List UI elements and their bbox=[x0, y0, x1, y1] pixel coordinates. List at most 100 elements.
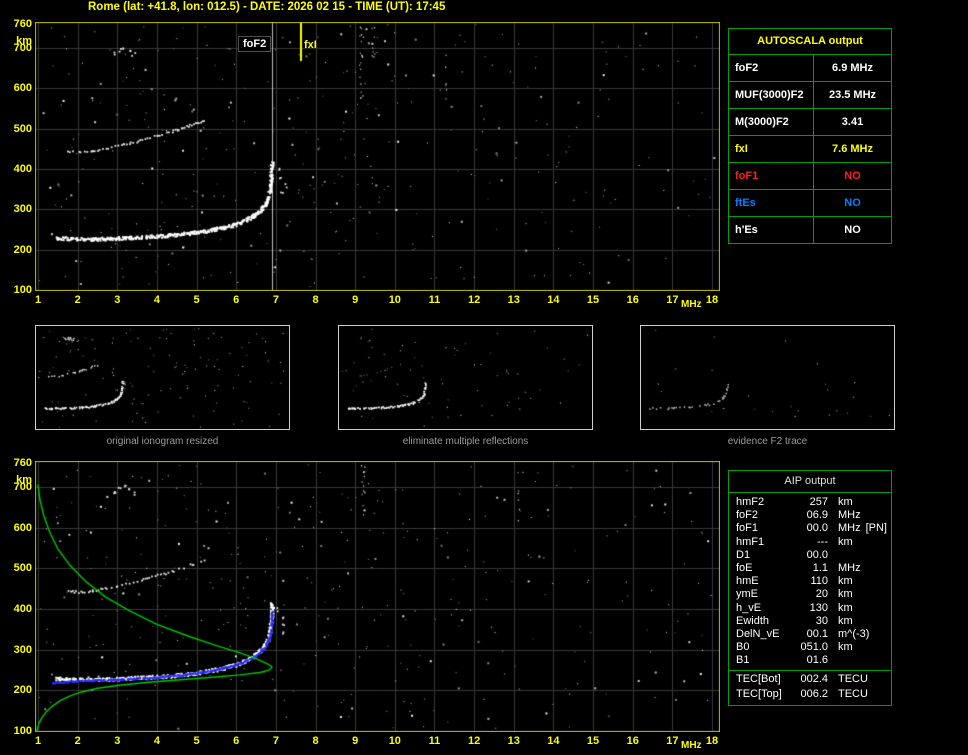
aip-row-name: B0 bbox=[736, 641, 750, 654]
aip-row-value: 002.4 bbox=[800, 673, 828, 686]
x-tick-label: 10 bbox=[388, 735, 401, 747]
aip-row: h_vE 130 km bbox=[729, 602, 891, 615]
autoscala-row-value: NO bbox=[844, 170, 861, 182]
x-tick-label: 1 bbox=[34, 294, 42, 306]
aip-row-value: 257 bbox=[809, 496, 828, 508]
aip-row-name: foF2 bbox=[736, 509, 759, 522]
x-tick-label: 9 bbox=[352, 294, 359, 306]
aip-row-name: hmE bbox=[736, 575, 759, 588]
x-tick-label: 11 bbox=[428, 735, 441, 747]
aip-row-value: 01.6 bbox=[806, 654, 828, 667]
aip-row: B1 01.6 bbox=[729, 654, 891, 667]
y-tick-label: 600 bbox=[13, 521, 32, 534]
y-tick-label: 400 bbox=[13, 603, 32, 615]
x-tick-label: 1 bbox=[34, 735, 42, 747]
aip-row-value: 1.1 bbox=[812, 561, 828, 574]
aip-row-unit: MHz bbox=[838, 522, 861, 535]
y-tick-label: 400 bbox=[13, 163, 32, 175]
aip-row-value: 00.0 bbox=[806, 522, 828, 535]
x-tick-label: 14 bbox=[547, 294, 560, 306]
aip-row-name: hmF1 bbox=[736, 535, 765, 548]
aip-row: hmF2 257 km bbox=[729, 496, 891, 509]
aip-row-value: 00.0 bbox=[806, 548, 828, 561]
y-axis-unit: km bbox=[16, 35, 32, 47]
x-tick-label: 12 bbox=[467, 735, 481, 747]
x-tick-label: 6 bbox=[233, 294, 240, 306]
autoscala-row-value: 23.5 MHz bbox=[828, 89, 877, 101]
autoscala-row: foF1 NO bbox=[729, 163, 891, 190]
x-tick-label: 8 bbox=[312, 735, 319, 747]
autoscala-row-label: foF2 bbox=[729, 55, 814, 81]
aip-row: hmE 110 km bbox=[729, 575, 891, 588]
aip-row: hmF1 --- km bbox=[729, 536, 891, 549]
x-tick-label: 15 bbox=[586, 294, 600, 306]
thumbnail-original-ionogram bbox=[35, 325, 290, 430]
aip-row: B0 051.0 km bbox=[729, 641, 891, 654]
aip-row-name: ymE bbox=[736, 588, 758, 601]
thumbnail-caption-f2: evidence F2 trace bbox=[727, 436, 808, 447]
x-axis-unit: MHz bbox=[681, 740, 702, 751]
aip-row: TEC[Bot] 002.4 TECU bbox=[729, 670, 891, 688]
x-tick-label: 4 bbox=[153, 294, 160, 306]
aip-row-unit: km bbox=[838, 575, 853, 588]
x-tick-label: 12 bbox=[467, 294, 481, 306]
thumbnail-caption-reflections: eliminate multiple reflections bbox=[402, 436, 529, 447]
thumbnail-original-canvas bbox=[36, 326, 289, 429]
aip-output-panel: AIP output hmF2 257 km foF2 06.9 MHz foF1 00.0 M… bbox=[728, 470, 892, 706]
x-tick-label: 15 bbox=[586, 735, 600, 747]
aip-row-unit: km bbox=[838, 601, 853, 614]
x-tick-label: 5 bbox=[193, 735, 200, 747]
aip-row-value: 00.1 bbox=[806, 627, 828, 640]
y-tick-label: 300 bbox=[13, 643, 32, 656]
y-tick-label: 200 bbox=[13, 243, 32, 256]
x-tick-label: 7 bbox=[272, 735, 279, 747]
thumbnail-multiple-reflections-canvas bbox=[339, 326, 592, 429]
aip-row-name: TEC[Top] bbox=[736, 688, 782, 701]
autoscala-row-label: ftEs bbox=[729, 190, 814, 216]
x-tick-label: 4 bbox=[153, 735, 160, 747]
autoscala-row-value: 3.41 bbox=[841, 116, 864, 128]
aip-row: ymE 20 km bbox=[729, 588, 891, 601]
aip-row-value: --- bbox=[817, 535, 828, 548]
aip-row-name: foE bbox=[736, 561, 753, 574]
fof2-marker-label: foF2 bbox=[238, 36, 272, 52]
autoscala-row-label: h'Es bbox=[729, 217, 814, 243]
x-axis-unit: MHz bbox=[681, 299, 702, 310]
aip-row-value: 06.9 bbox=[806, 509, 828, 522]
autoscala-row: fxI 7.6 MHz bbox=[729, 136, 891, 163]
x-tick-label: 5 bbox=[193, 294, 200, 306]
thumbnail-caption-original: original ionogram resized bbox=[106, 436, 219, 447]
thumbnail-f2-evidence bbox=[640, 325, 895, 430]
aip-row-name: B1 bbox=[736, 654, 750, 667]
autoscala-row: h'Es NO bbox=[729, 217, 891, 243]
x-tick-label: 18 bbox=[705, 735, 719, 747]
y-tick-label: 500 bbox=[13, 122, 32, 135]
aip-row-unit: m^(-3) bbox=[838, 627, 870, 640]
x-tick-label: 3 bbox=[114, 735, 121, 747]
aip-row-value: 006.2 bbox=[800, 688, 828, 701]
aip-row-name: DelN_vE bbox=[736, 627, 780, 640]
aip-row-unit: km bbox=[838, 588, 853, 601]
aip-row-name: D1 bbox=[736, 548, 751, 561]
autoscala-row-label: M(3000)F2 bbox=[729, 109, 814, 135]
autoscala-row: MUF(3000)F2 23.5 MHz bbox=[729, 82, 891, 109]
y-tick-label: 760 bbox=[13, 17, 32, 30]
thumbnail-f2-evidence-canvas bbox=[641, 326, 894, 429]
y-axis-unit: km bbox=[16, 474, 32, 486]
aip-row-value: 130 bbox=[809, 601, 828, 614]
aip-row-unit: km bbox=[838, 614, 853, 627]
autoscala-output-title: AUTOSCALA output bbox=[729, 29, 891, 55]
aip-row-unit: km bbox=[838, 496, 853, 508]
y-tick-label: 600 bbox=[13, 82, 32, 95]
aip-row-unit bbox=[828, 654, 838, 667]
x-tick-label: 10 bbox=[388, 294, 401, 306]
autoscala-row-value: NO bbox=[844, 197, 861, 209]
autoscala-row-value: NO bbox=[844, 224, 861, 236]
autoscala-row-value: 7.6 MHz bbox=[832, 143, 873, 155]
y-tick-label: 200 bbox=[13, 684, 32, 697]
station-date-time-title: Rome (lat: +41.8, lon: 012.5) - DATE: 20… bbox=[88, 1, 446, 13]
aip-row-unit: km bbox=[838, 535, 853, 548]
x-tick-label: 13 bbox=[507, 294, 520, 306]
autoscala-row: ftEs NO bbox=[729, 190, 891, 217]
autoscala-row: foF2 6.9 MHz bbox=[729, 55, 891, 82]
